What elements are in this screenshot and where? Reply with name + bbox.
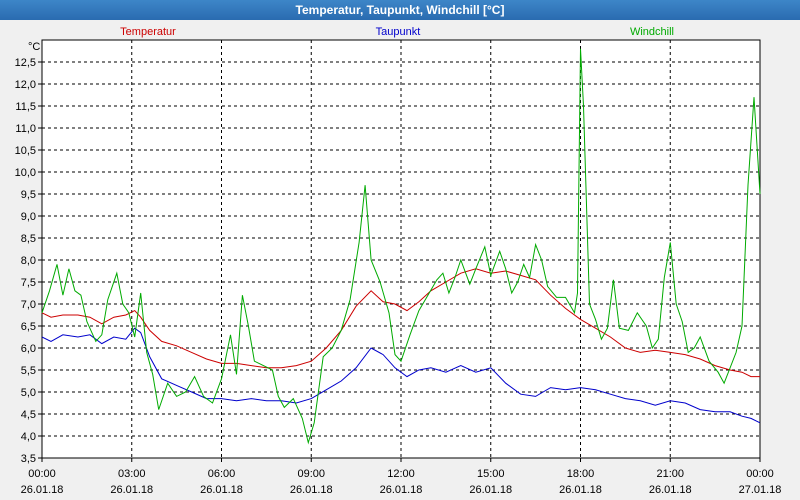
y-tick-label: 8,0 [21, 255, 36, 267]
x-tick-date-label: 26.01.18 [110, 484, 153, 496]
y-tick-label: 10,5 [15, 145, 36, 157]
x-tick-time-label: 09:00 [297, 468, 325, 480]
y-tick-label: 12,5 [15, 57, 36, 69]
legend-windchill: Windchill [630, 26, 674, 38]
y-tick-label: 7,0 [21, 299, 36, 311]
y-tick-label: 6,0 [21, 343, 36, 355]
x-tick-time-label: 00:00 [28, 468, 56, 480]
y-tick-label: 7,5 [21, 277, 36, 289]
legend-taupunkt: Taupunkt [376, 26, 421, 38]
y-tick-label: 5,5 [21, 365, 36, 377]
x-tick-time-label: 21:00 [656, 468, 684, 480]
y-tick-label: 10,0 [15, 167, 36, 179]
y-axis-unit-label: °C [28, 41, 40, 53]
y-tick-label: 9,0 [21, 211, 36, 223]
y-tick-label: 9,5 [21, 189, 36, 201]
y-tick-label: 12,0 [15, 79, 36, 91]
y-tick-label: 11,5 [15, 101, 36, 113]
y-tick-label: 8,5 [21, 233, 36, 245]
line-chart: 3,5 4,0 4,5 5,0 5,5 6,0 6,5 7,0 7,5 8,0 8,5 9,0 9,5 1… [15, 26, 782, 496]
x-tick-time-label: 00:00 [746, 468, 774, 480]
x-tick-time-label: 12:00 [387, 468, 415, 480]
x-tick-time-label: 15:00 [477, 468, 505, 480]
legend-temperatur: Temperatur [120, 26, 176, 38]
y-tick-label: 4,0 [21, 431, 36, 443]
window-title: Temperatur, Taupunkt, Windchill [°C] [0, 0, 800, 20]
x-tick-time-label: 03:00 [118, 468, 146, 480]
x-tick-date-label: 26.01.18 [21, 484, 64, 496]
x-tick-date-label: 26.01.18 [649, 484, 692, 496]
chart-window: Temperatur, Taupunkt, Windchill [°C] 3,5… [0, 0, 800, 500]
x-tick-time-label: 06:00 [208, 468, 236, 480]
x-tick-date-label: 27.01.18 [739, 484, 782, 496]
y-tick-label: 6,5 [21, 321, 36, 333]
y-tick-label: 3,5 [21, 453, 36, 465]
x-tick-date-label: 26.01.18 [290, 484, 333, 496]
y-tick-label: 5,0 [21, 387, 36, 399]
y-tick-label: 11,0 [15, 123, 36, 135]
x-tick-date-label: 26.01.18 [469, 484, 512, 496]
x-tick-time-label: 18:00 [567, 468, 595, 480]
x-tick-date-label: 26.01.18 [200, 484, 243, 496]
x-tick-date-label: 26.01.18 [380, 484, 423, 496]
y-tick-label: 4,5 [21, 409, 36, 421]
x-tick-date-label: 26.01.18 [559, 484, 602, 496]
